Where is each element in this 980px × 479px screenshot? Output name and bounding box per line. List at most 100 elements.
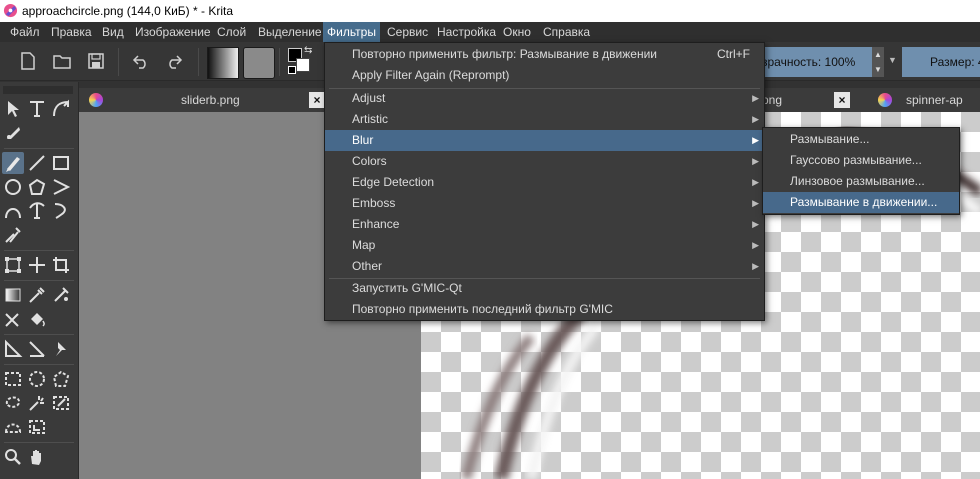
reset-colors-icon[interactable]	[288, 66, 296, 74]
ellipse-select-icon[interactable]	[26, 368, 48, 390]
magnetic-select-icon[interactable]	[26, 416, 48, 438]
polygon-tool-icon[interactable]	[26, 176, 48, 198]
menu-item-label: Размывание...	[790, 132, 870, 146]
menu-edit[interactable]: Правка	[47, 22, 96, 42]
ellipse-tool-icon[interactable]	[2, 176, 24, 198]
menu-item-blur-basic[interactable]: Размывание...	[763, 129, 959, 150]
move-icon[interactable]	[26, 254, 48, 276]
menu-window[interactable]: Окно	[499, 22, 535, 42]
save-icon[interactable]	[85, 50, 107, 72]
toolbox-separator	[4, 250, 74, 251]
menu-image[interactable]: Изображение	[131, 22, 215, 42]
menu-help[interactable]: Справка	[539, 22, 594, 42]
rect-select-icon[interactable]	[2, 368, 24, 390]
freehand-brush-icon[interactable]	[2, 152, 24, 174]
transform-icon[interactable]	[2, 254, 24, 276]
submenu-arrow-icon: ▶	[752, 240, 759, 250]
menu-item-label: Повторно применить фильтр: Размывание в …	[352, 47, 657, 61]
zoom-icon[interactable]	[2, 446, 24, 468]
submenu-arrow-icon: ▶	[752, 219, 759, 229]
menu-item-reapply-reprompt[interactable]: Apply Filter Again (Reprompt)	[325, 65, 764, 86]
menu-item-label: Emboss	[352, 196, 396, 210]
menu-item-adjust[interactable]: Adjust ▶	[325, 88, 764, 109]
menu-tools[interactable]: Сервис	[383, 22, 432, 42]
menu-item-emboss[interactable]: Emboss ▶	[325, 193, 764, 214]
new-document-icon[interactable]	[17, 50, 39, 72]
polygon-select-icon[interactable]	[50, 368, 72, 390]
menu-item-motion-blur[interactable]: Размывание в движении...	[763, 192, 959, 213]
smart-patch-icon[interactable]	[50, 284, 72, 306]
text-tool-icon[interactable]	[26, 98, 48, 120]
toolbox-separator	[4, 364, 74, 365]
polyline-tool-icon[interactable]	[50, 176, 72, 198]
document-tab[interactable]: png ×	[760, 88, 864, 112]
assistant-icon[interactable]	[2, 308, 24, 330]
background-color[interactable]	[296, 58, 310, 72]
rectangle-tool-icon[interactable]	[50, 152, 72, 174]
menu-item-label: Enhance	[352, 217, 400, 231]
fg-bg-color-selector[interactable]: ⇆	[288, 45, 316, 78]
menu-item-label: Artistic	[352, 112, 388, 126]
menu-layer[interactable]: Слой	[213, 22, 250, 42]
menu-item-enhance[interactable]: Enhance ▶	[325, 214, 764, 235]
crop-icon[interactable]	[50, 254, 72, 276]
select-shapes-icon[interactable]	[2, 98, 24, 120]
menu-item-gmic[interactable]: Запустить G'MIC-Qt	[325, 278, 764, 299]
opacity-field[interactable]: зрачность: 100%	[760, 47, 874, 77]
submenu-arrow-icon: ▶	[752, 177, 759, 187]
menu-item-artistic[interactable]: Artistic ▶	[325, 109, 764, 130]
menu-item-edge-detection[interactable]: Edge Detection ▶	[325, 172, 764, 193]
open-folder-icon[interactable]	[51, 50, 73, 72]
gradient-icon[interactable]	[2, 284, 24, 306]
toolbar-separator	[198, 48, 199, 76]
multibrush-icon[interactable]	[2, 224, 24, 246]
edit-shapes-icon[interactable]	[50, 98, 72, 120]
freehand-select-icon[interactable]	[2, 392, 24, 414]
opacity-spinner[interactable]: ▲ ▼	[872, 47, 884, 77]
calligraphy-icon[interactable]	[2, 122, 24, 144]
menu-item-label: Edge Detection	[352, 175, 435, 189]
bezier-tool-icon[interactable]	[2, 200, 24, 222]
measure-icon[interactable]	[2, 338, 24, 360]
document-tab[interactable]: spinner-ap	[868, 88, 980, 112]
pan-icon[interactable]	[26, 446, 48, 468]
krita-app-icon	[3, 3, 18, 18]
opacity-dropdown-icon[interactable]: ▼	[888, 55, 897, 65]
menu-item-reapply-filter[interactable]: Повторно применить фильтр: Размывание в …	[325, 44, 764, 65]
menu-item-map[interactable]: Map ▶	[325, 235, 764, 256]
menu-view[interactable]: Вид	[98, 22, 128, 42]
reference-icon[interactable]	[50, 338, 72, 360]
menu-item-lens-blur[interactable]: Линзовое размывание...	[763, 171, 959, 192]
bezier-select-icon[interactable]	[2, 416, 24, 438]
fill-icon[interactable]	[26, 308, 48, 330]
menu-item-other[interactable]: Other ▶	[325, 256, 764, 277]
color-picker-icon[interactable]	[26, 284, 48, 306]
menu-item-colors[interactable]: Colors ▶	[325, 151, 764, 172]
brush-pattern-swatch[interactable]	[243, 47, 275, 79]
contiguous-select-icon[interactable]	[26, 392, 48, 414]
filters-menu: Повторно применить фильтр: Размывание в …	[324, 42, 765, 321]
freehand-path-icon[interactable]	[26, 200, 48, 222]
menu-item-label: Линзовое размывание...	[790, 174, 925, 188]
tab-label: png	[762, 93, 783, 107]
menu-filters[interactable]: Фильтры	[323, 22, 380, 42]
tab-close-button[interactable]: ×	[834, 92, 850, 108]
redo-icon[interactable]	[163, 50, 185, 72]
size-field[interactable]: Размер: 4	[902, 47, 980, 77]
menu-settings[interactable]: Настройка	[433, 22, 500, 42]
undo-icon[interactable]	[130, 50, 152, 72]
line-tool-icon[interactable]	[26, 152, 48, 174]
menu-file[interactable]: Файл	[6, 22, 44, 42]
menu-select[interactable]: Выделение	[254, 22, 326, 42]
toolbox-handle[interactable]	[3, 86, 73, 94]
gradient-swatch[interactable]	[207, 47, 239, 79]
menu-item-gaussian-blur[interactable]: Гауссово размывание...	[763, 150, 959, 171]
swap-colors-icon[interactable]: ⇆	[304, 45, 312, 56]
menu-item-gmic-reapply[interactable]: Повторно применить последний фильтр G'MI…	[325, 299, 764, 320]
submenu-arrow-icon: ▶	[752, 93, 759, 103]
menu-item-blur[interactable]: Blur ▶	[325, 130, 764, 151]
dynamic-brush-icon[interactable]	[50, 200, 72, 222]
tab-close-button[interactable]: ×	[309, 92, 325, 108]
similar-select-icon[interactable]	[50, 392, 72, 414]
assistant-ruler-icon[interactable]	[26, 338, 48, 360]
